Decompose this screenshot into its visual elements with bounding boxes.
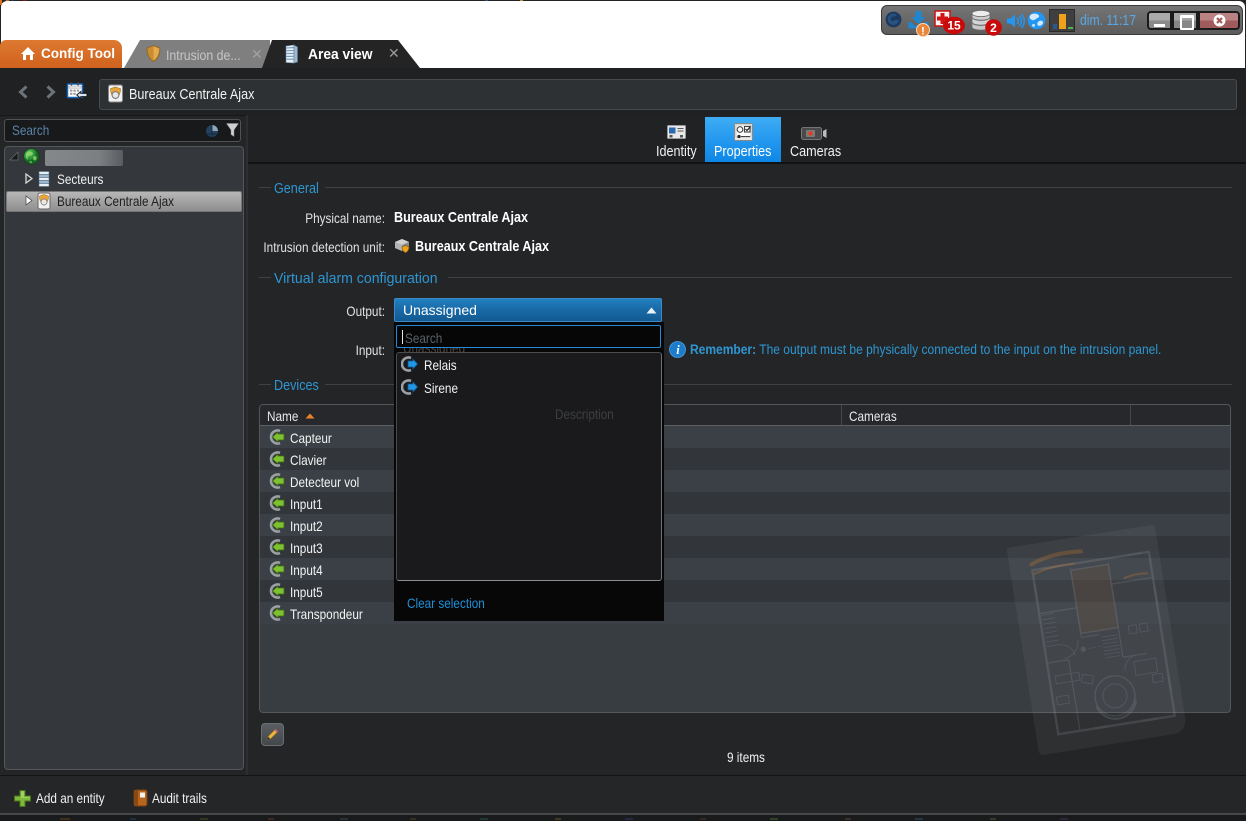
svg-text:15: 15 — [947, 19, 961, 33]
svg-text:2: 2 — [990, 21, 997, 35]
svg-text:!: ! — [921, 26, 925, 38]
svg-text:i: i — [676, 343, 680, 357]
